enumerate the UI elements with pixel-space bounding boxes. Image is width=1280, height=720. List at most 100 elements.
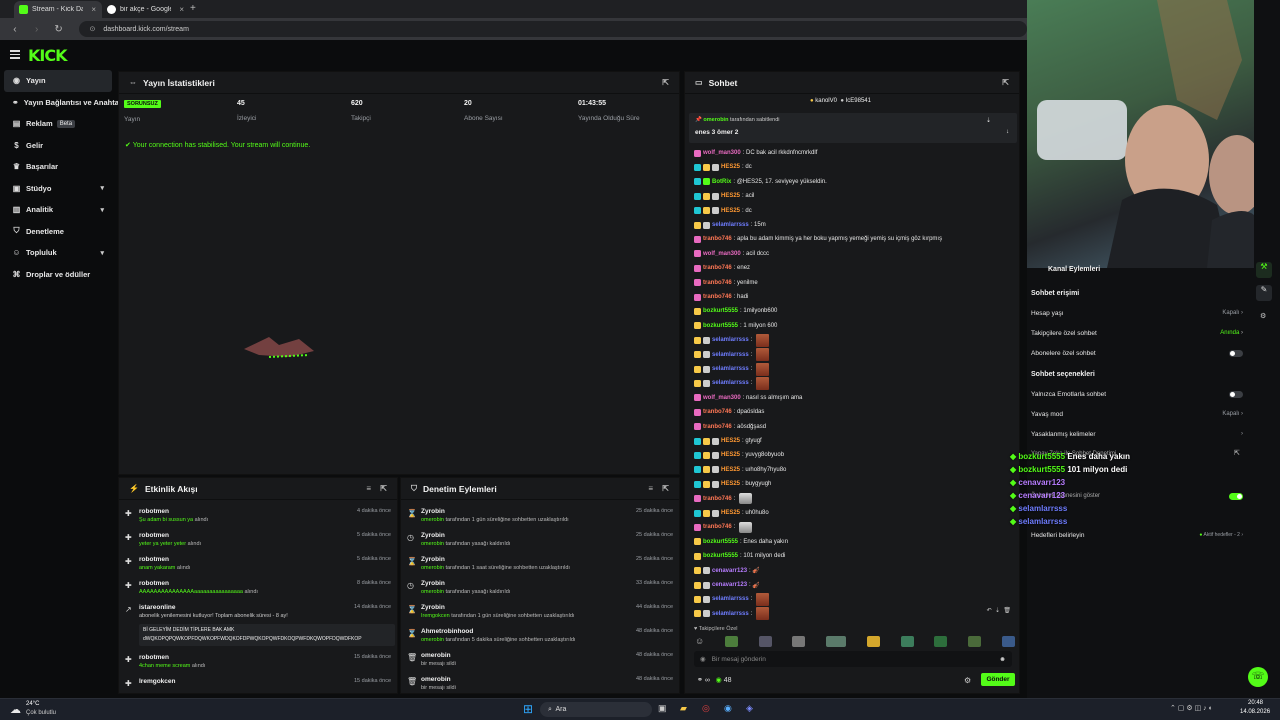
chat-username[interactable]: HES25 bbox=[721, 452, 740, 458]
emote-icon[interactable] bbox=[968, 635, 982, 647]
chat-message[interactable]: BotRix: @HES25, 17. seviyeye yükseldin. bbox=[694, 176, 827, 188]
mod-action-item[interactable]: ⌛ Ahmetrobinhood omerobin tarafından 5 d… bbox=[401, 626, 679, 650]
chat-message[interactable]: tranbo746: dpaösldas bbox=[694, 406, 764, 418]
mod-action-item[interactable]: ⌛ Zyrobin omerobin tarafından 1 gün süre… bbox=[401, 506, 679, 530]
chat-message[interactable]: HES25: uh0hu8o bbox=[694, 507, 769, 519]
chat-username[interactable]: selamlarrsss bbox=[712, 366, 749, 372]
chat-message[interactable]: selamlarrsss: bbox=[694, 592, 770, 606]
popout-icon[interactable]: ⇱ bbox=[662, 484, 669, 493]
filter-icon[interactable]: ≡ bbox=[648, 484, 653, 493]
chat-username[interactable]: bozkurt5555 bbox=[703, 323, 738, 329]
sidebar-item-denetleme[interactable]: ⛉ Denetleme bbox=[0, 221, 116, 243]
mod-action-item[interactable]: ◷ Zyrobin omerobin tarafından yasağı kal… bbox=[401, 530, 679, 554]
chat-message[interactable]: HES25: dc bbox=[694, 161, 752, 173]
activity-item[interactable]: ✚ robotmen 4chan meme scream alındı 15 d… bbox=[119, 652, 397, 676]
chat-message[interactable]: HES25: yuvyg8obyuob bbox=[694, 449, 784, 461]
activity-item[interactable]: ✚ robotmen AAAAAAAAAAAAAAAaaaaaaaaaaaaaa… bbox=[119, 578, 397, 602]
slow-mode-row[interactable]: Yavaş mod Kapalı › bbox=[1031, 408, 1243, 420]
url-field[interactable]: ⊙ dashboard.kick.com/stream bbox=[79, 21, 1027, 37]
system-tray-icons[interactable]: ⌃ ▢ ⚙ ◫ ♪ ◐ bbox=[1170, 704, 1213, 712]
activity-item[interactable]: ✚ robotmen anam yakaram alındı 5 dakika … bbox=[119, 554, 397, 578]
mod-action-item[interactable]: 🗑 omerobin bir mesajı sildi 48 dakika ön… bbox=[401, 674, 679, 693]
chat-message[interactable]: HES25: buygyugh bbox=[694, 478, 771, 490]
emote-icon[interactable] bbox=[1001, 635, 1015, 647]
chat-username[interactable]: selamlarrsss bbox=[712, 352, 749, 358]
reload-icon[interactable]: ↻ bbox=[52, 24, 66, 35]
chat-username[interactable]: selamlarrsss bbox=[712, 611, 749, 617]
hamburger-menu-icon[interactable] bbox=[10, 50, 20, 59]
chat-username[interactable]: tranbo746 bbox=[703, 265, 732, 271]
chrome-icon[interactable]: ◉ bbox=[724, 703, 732, 714]
chat-message[interactable]: tranbo746: bbox=[694, 493, 753, 505]
chat-username[interactable]: HES25 bbox=[721, 510, 740, 516]
send-button[interactable]: Gönder bbox=[981, 673, 1015, 686]
external-link-icon[interactable]: ⇱ bbox=[1234, 449, 1240, 457]
chat-message[interactable]: wolf_man300: DC bak acil rkkdnfncmrkdlf bbox=[694, 147, 817, 159]
taskbar-search[interactable]: ⌕ Ara bbox=[540, 702, 652, 717]
opera-icon[interactable]: ◎ bbox=[702, 703, 710, 714]
task-view-icon[interactable]: ▣ bbox=[658, 703, 667, 714]
emote-icon[interactable] bbox=[792, 635, 806, 647]
chat-message[interactable]: tranbo746: enez bbox=[694, 262, 750, 274]
mod-action-item[interactable]: ◷ Zyrobin omerobin tarafından yasağı kal… bbox=[401, 578, 679, 602]
chat-username[interactable]: selamlarrsss bbox=[712, 596, 749, 602]
forward-icon[interactable]: › bbox=[30, 24, 44, 35]
pin-icon[interactable]: ⇣ bbox=[995, 608, 1000, 614]
site-info-icon[interactable]: ⊙ bbox=[89, 25, 95, 33]
chat-message[interactable]: selamlarrsss: bbox=[694, 333, 770, 347]
chat-username[interactable]: bozkurt5555 bbox=[703, 539, 738, 545]
chat-username[interactable]: tranbo746 bbox=[703, 424, 732, 430]
chat-message[interactable]: bozkurt5555: 101 milyon dedi bbox=[694, 550, 785, 562]
sidebar-item-topluluk[interactable]: ☺ Topluluk ▾ bbox=[0, 242, 116, 264]
chat-message[interactable]: selamlarrsss: bbox=[694, 348, 770, 362]
chat-username[interactable]: HES25 bbox=[721, 481, 740, 487]
chat-username[interactable]: selamlarrsss bbox=[712, 222, 749, 228]
subscribers-only-toggle[interactable] bbox=[1229, 349, 1243, 357]
chat-message[interactable]: cenavarr123: 🎻 bbox=[694, 579, 760, 591]
chat-message[interactable]: selamlarrsss: bbox=[694, 607, 770, 621]
tab-google-search[interactable]: bir akçe - Google'da Ara × bbox=[102, 1, 190, 18]
chat-username[interactable]: tranbo746 bbox=[703, 409, 732, 415]
chat-message[interactable]: bozkurt5555: Enes daha yakın bbox=[694, 536, 788, 548]
activity-item[interactable]: ✚ robotmen yeter ya yeter yeter alındı 5… bbox=[119, 530, 397, 554]
chat-username[interactable]: tranbo746 bbox=[703, 280, 732, 286]
sidebar-item-reklam[interactable]: ▤ Reklam Beta bbox=[0, 113, 116, 135]
banned-words-row[interactable]: Yasaklanmış kelimeler › bbox=[1031, 428, 1243, 440]
sidebar-item-studyo[interactable]: ▣ Stüdyo ▾ bbox=[0, 178, 116, 200]
emote-picker-icon[interactable]: ☺ bbox=[695, 636, 704, 646]
users-icon[interactable]: ⚭ bbox=[697, 677, 703, 684]
chat-message[interactable]: wolf_man300: acil dccc bbox=[694, 248, 769, 260]
account-age-row[interactable]: Hesap yaşı Kapalı › bbox=[1031, 307, 1243, 319]
chat-message[interactable]: selamlarrsss: 15m bbox=[694, 219, 766, 231]
close-tab-icon[interactable]: × bbox=[91, 5, 96, 14]
chat-username[interactable]: HES25 bbox=[721, 208, 740, 214]
chat-username[interactable]: BotRix bbox=[712, 179, 731, 185]
activity-item[interactable]: ✚ robotmen Şu adam bi sussun ya alındı 4… bbox=[119, 506, 397, 530]
popout-icon[interactable]: ⇱ bbox=[1002, 78, 1009, 87]
filter-icon[interactable]: ≡ bbox=[366, 484, 371, 493]
chat-username[interactable]: HES25 bbox=[721, 164, 740, 170]
collapse-icon[interactable]: ↓ bbox=[1006, 129, 1009, 135]
chat-username[interactable]: wolf_man300 bbox=[703, 395, 741, 401]
unpin-icon[interactable]: ⇣ bbox=[986, 117, 991, 124]
kick-logo[interactable]: KICK bbox=[28, 46, 67, 65]
discord-icon[interactable]: ◈ bbox=[746, 703, 753, 714]
popout-icon[interactable]: ⇱ bbox=[380, 484, 387, 493]
chat-message[interactable]: HES25: gtyugf bbox=[694, 435, 762, 447]
sidebar-item-droplar[interactable]: ⌘ Droplar ve ödüller bbox=[0, 264, 116, 286]
settings-icon[interactable]: ⚙ bbox=[1260, 312, 1266, 320]
emote-only-toggle[interactable] bbox=[1229, 390, 1243, 398]
chat-message[interactable]: tranbo746: yenilme bbox=[694, 277, 758, 289]
emote-icon[interactable] bbox=[826, 635, 847, 647]
chat-username[interactable]: wolf_man300 bbox=[703, 251, 741, 257]
wrench-icon[interactable]: ✎ bbox=[1256, 285, 1272, 301]
chat-username[interactable]: tranbo746 bbox=[703, 294, 732, 300]
support-chat-icon[interactable]: ☏ bbox=[1248, 667, 1268, 687]
followers-only-row[interactable]: Takipçilere özel sohbet Anında › bbox=[1031, 327, 1243, 339]
chat-username[interactable]: cenavarr123 bbox=[712, 582, 747, 588]
chat-username[interactable]: bozkurt5555 bbox=[703, 308, 738, 314]
delete-icon[interactable]: 🗑 bbox=[1003, 608, 1011, 614]
emote-icon[interactable] bbox=[934, 635, 948, 647]
sidebar-item-stream-key[interactable]: ⚭ Yayın Bağlantısı ve Anahtarı bbox=[0, 92, 124, 114]
sidebar-tool-icon[interactable]: ⚒ bbox=[1256, 262, 1272, 278]
